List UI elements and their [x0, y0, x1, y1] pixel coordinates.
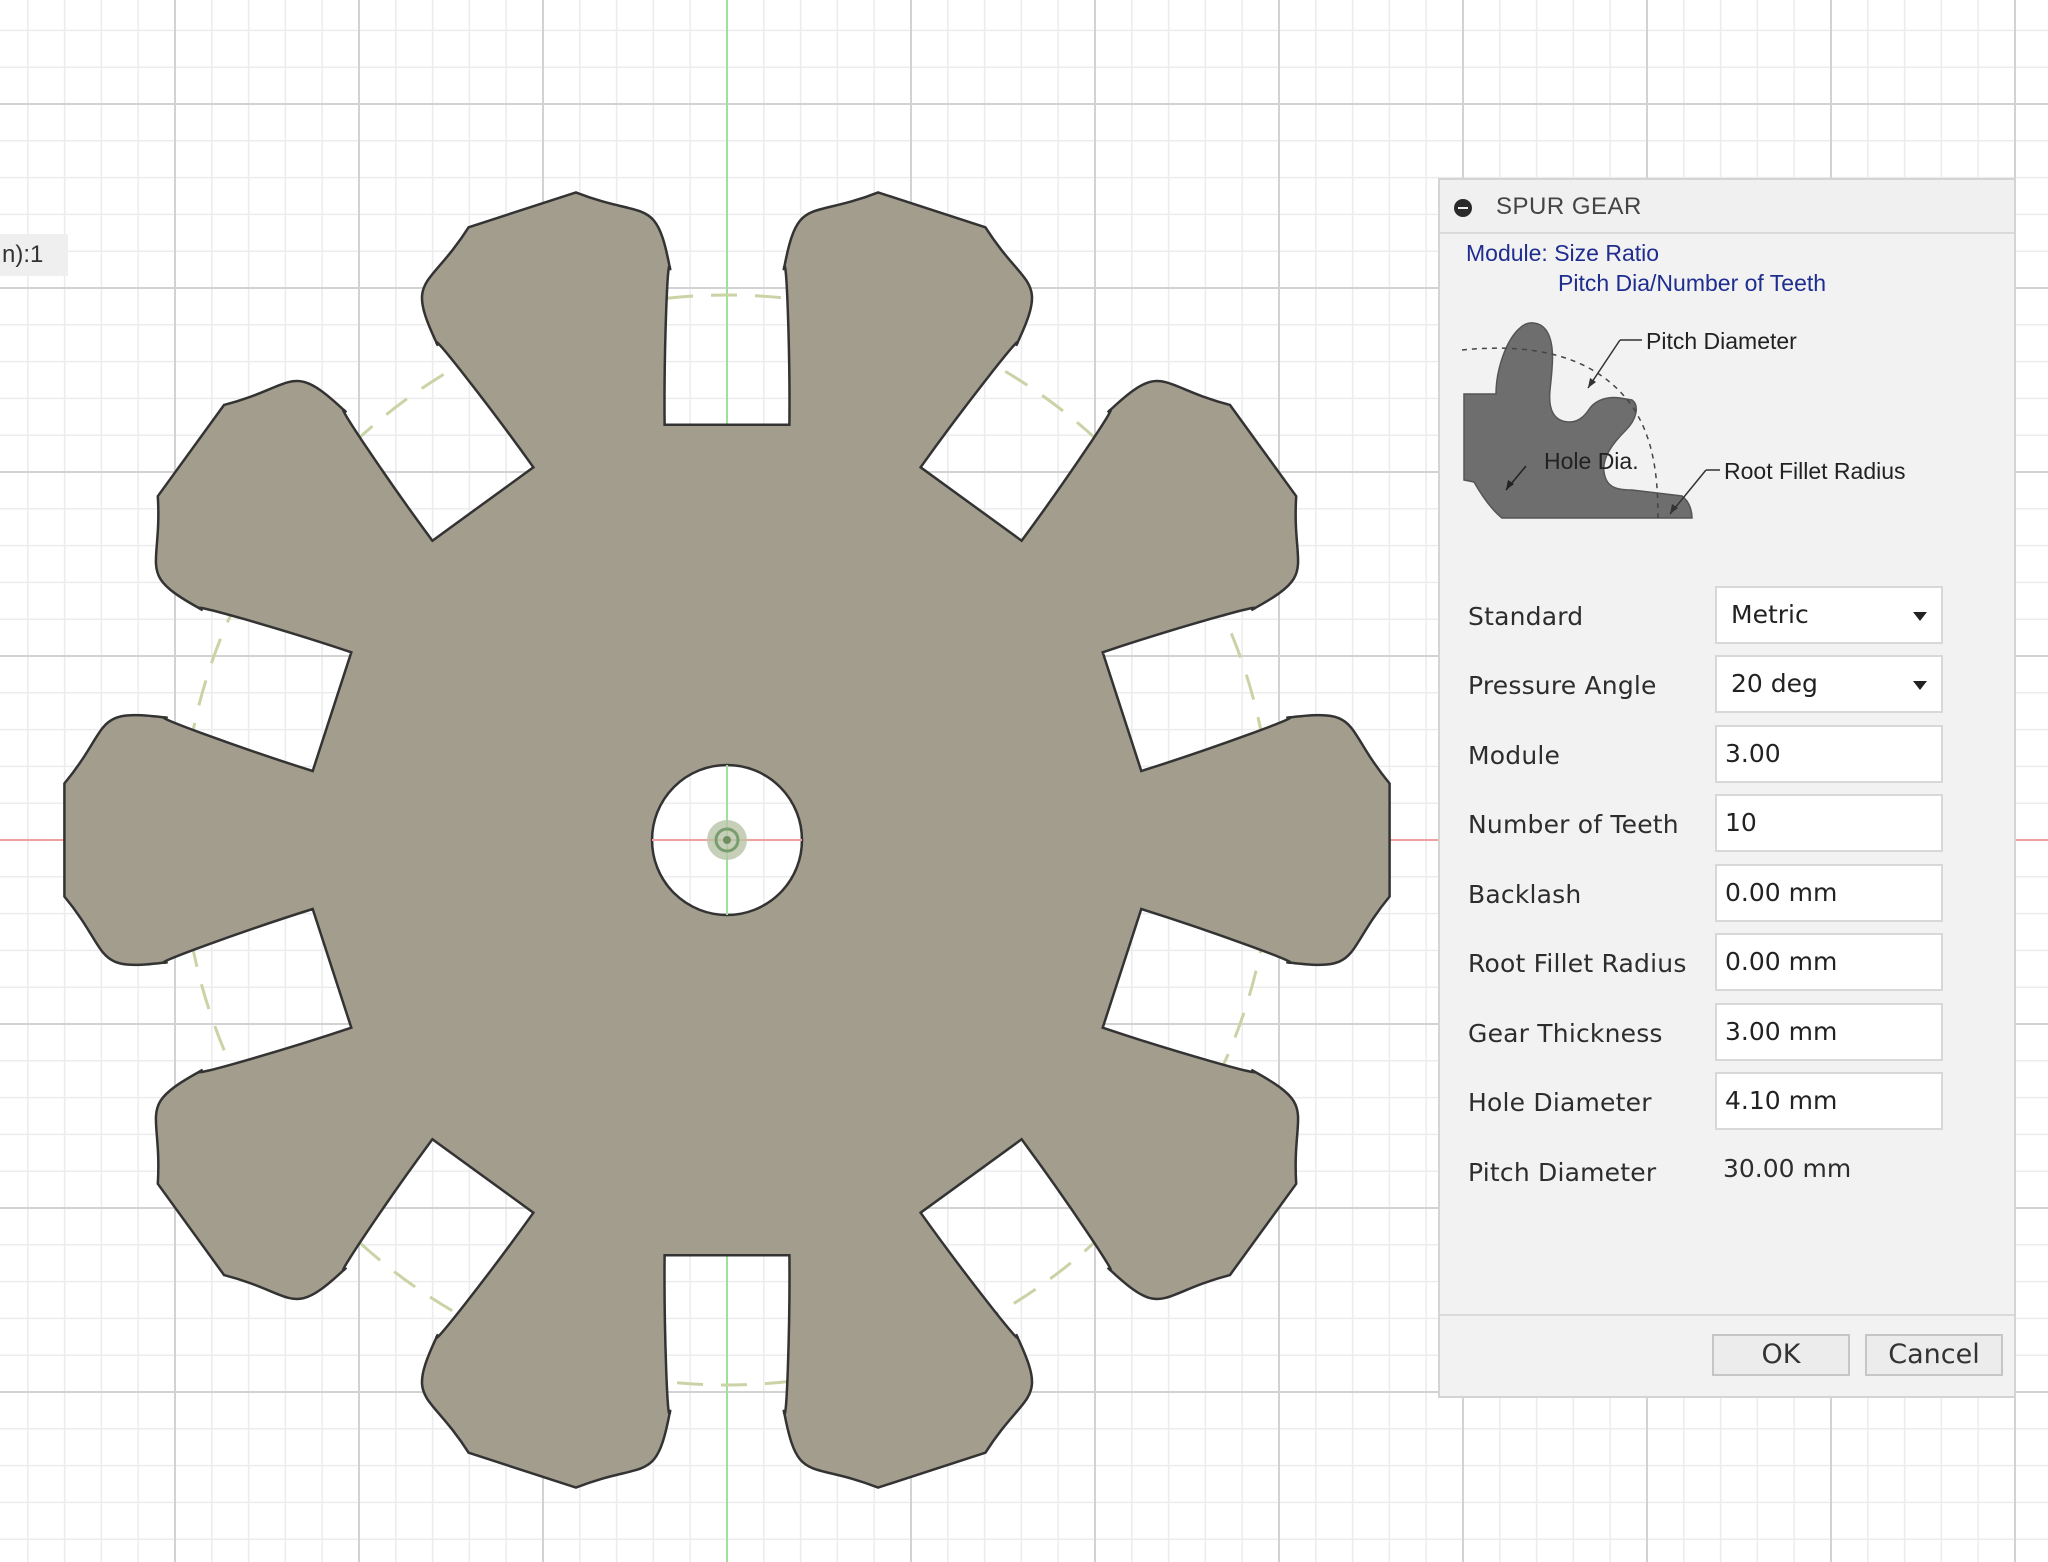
pressure-angle-value: 20 deg: [1731, 669, 1818, 698]
pitch-diameter-row: Pitch Diameter 30.00 mm: [1440, 1142, 2014, 1202]
diagram-label-hole-dia: Hole Dia.: [1544, 448, 1639, 474]
chevron-down-icon: [1913, 681, 1927, 690]
pitch-diameter-label: Pitch Diameter: [1468, 1158, 1657, 1187]
root-fillet-radius-row: Root Fillet Radius 0.00 mm: [1440, 933, 2014, 993]
module-label: Module: [1468, 741, 1561, 770]
dialog-header[interactable]: SPUR GEAR: [1440, 180, 2014, 234]
root-fillet-radius-input[interactable]: 0.00 mm: [1715, 933, 1943, 991]
collapse-icon[interactable]: [1454, 199, 1472, 217]
number-of-teeth-input[interactable]: 10: [1715, 794, 1943, 852]
spur-gear-dialog: SPUR GEAR Module: Size Ratio Pitch Dia/N…: [1438, 178, 2016, 1398]
pressure-angle-label: Pressure Angle: [1468, 671, 1657, 700]
pressure-angle-select[interactable]: 20 deg: [1715, 655, 1943, 713]
number-of-teeth-row: Number of Teeth 10: [1440, 794, 2014, 854]
scale-indicator: n):1: [0, 234, 68, 276]
root-fillet-radius-label: Root Fillet Radius: [1468, 949, 1687, 978]
standard-row: Standard Metric: [1440, 586, 2014, 646]
backlash-row: Backlash 0.00 mm: [1440, 864, 2014, 924]
pitch-diameter-arrowhead: [1588, 378, 1596, 388]
backlash-input[interactable]: 0.00 mm: [1715, 864, 1943, 922]
standard-label: Standard: [1468, 602, 1584, 631]
hole-diameter-input[interactable]: 4.10 mm: [1715, 1072, 1943, 1130]
diagram-label-pitch-diameter: Pitch Diameter: [1646, 328, 1797, 354]
hole-diameter-row: Hole Diameter 4.10 mm: [1440, 1072, 2014, 1132]
gear-thickness-input[interactable]: 3.00 mm: [1715, 1003, 1943, 1061]
backlash-label: Backlash: [1468, 880, 1582, 909]
standard-value: Metric: [1731, 600, 1809, 629]
ok-button[interactable]: OK: [1712, 1334, 1850, 1376]
number-of-teeth-label: Number of Teeth: [1468, 810, 1679, 839]
help-text-ratio: Pitch Dia/Number of Teeth: [1558, 270, 1827, 296]
dialog-footer: OK Cancel: [1440, 1314, 2014, 1396]
gear-thickness-row: Gear Thickness 3.00 mm: [1440, 1003, 2014, 1063]
dialog-title: SPUR GEAR: [1496, 193, 1642, 220]
cancel-button[interactable]: Cancel: [1865, 1334, 2003, 1376]
help-text-module: Module: Size Ratio: [1466, 240, 1660, 266]
gear-diagram: Pitch Diameter Hole Dia. Root Fillet Rad…: [1461, 310, 1922, 570]
pressure-angle-row: Pressure Angle 20 deg: [1440, 655, 2014, 715]
standard-select[interactable]: Metric: [1715, 586, 1943, 644]
gear-thickness-label: Gear Thickness: [1468, 1019, 1663, 1048]
hole-diameter-label: Hole Diameter: [1468, 1088, 1652, 1117]
pitch-diameter-value: 30.00 mm: [1723, 1154, 1852, 1183]
module-row: Module 3.00: [1440, 725, 2014, 785]
diagram-label-root-fillet-radius: Root Fillet Radius: [1724, 458, 1906, 484]
origin-marker[interactable]: [707, 820, 747, 860]
chevron-down-icon: [1913, 612, 1927, 621]
module-input[interactable]: 3.00: [1715, 725, 1943, 783]
